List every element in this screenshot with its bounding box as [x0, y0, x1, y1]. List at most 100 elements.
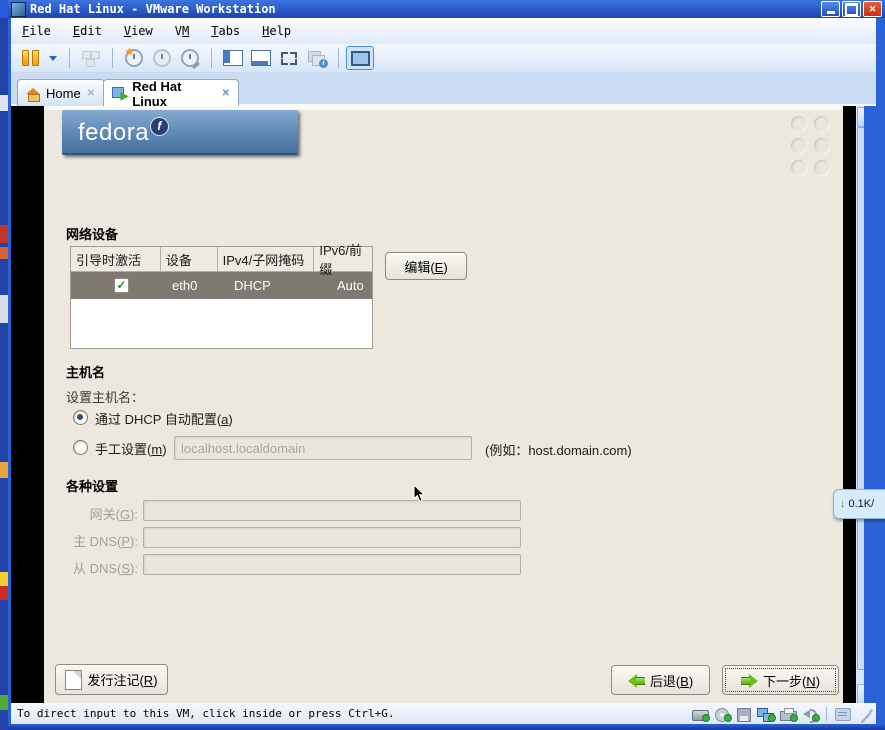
menu-view[interactable]: View — [113, 21, 164, 41]
hostname-input[interactable] — [174, 436, 472, 460]
tab-close-icon[interactable]: ✕ — [222, 88, 230, 99]
secondary-dns-label: 从 DNS(S): — [64, 558, 138, 577]
tab-label: Red Hat Linux — [132, 79, 215, 109]
column-header[interactable]: IPv6/前缀 — [314, 247, 372, 271]
manager-clock-icon — [181, 49, 199, 67]
power-options-dropdown[interactable] — [47, 48, 59, 68]
ipv6-cell: Auto — [332, 278, 364, 293]
download-speed-value: 0.1K/ — [849, 498, 875, 510]
window-titlebar[interactable]: Red Hat Linux - VMware Workstation ✕ — [8, 0, 885, 18]
window-bottom-border — [8, 724, 885, 730]
floppy-icon[interactable] — [735, 707, 753, 721]
device-cell: eth0 — [167, 278, 229, 293]
quick-switch-button[interactable] — [346, 46, 374, 70]
dhcp-radio-label[interactable]: 通过 DHCP 自动配置(a) — [95, 409, 233, 428]
secondary-dns-input[interactable] — [143, 554, 521, 575]
revert-clock-icon — [153, 49, 171, 67]
toolbar: ★ i — [11, 44, 876, 73]
take-snapshot-button[interactable]: ★ — [123, 48, 145, 68]
maximize-button[interactable] — [842, 1, 861, 17]
resize-grip[interactable] — [856, 707, 870, 721]
star-icon: ★ — [125, 47, 134, 58]
console-layout-button[interactable] — [250, 48, 272, 68]
next-button[interactable]: 下一步(N) — [722, 665, 839, 695]
unity-view-button[interactable]: i — [306, 48, 328, 68]
scroll-down-button[interactable]: ▼ — [857, 684, 864, 703]
minimize-button[interactable] — [821, 1, 840, 17]
connected-dot — [812, 714, 820, 722]
vmware-app-icon — [11, 2, 26, 17]
active-on-boot-cell[interactable]: ✓ — [71, 278, 167, 293]
desktop-fragment — [0, 95, 8, 111]
snapshot-manager-button[interactable] — [179, 48, 201, 68]
message-log-icon[interactable] — [834, 707, 852, 721]
vertical-scrollbar[interactable]: ▲ ▼ — [856, 106, 864, 703]
tab-close-icon[interactable]: ✕ — [87, 88, 95, 99]
release-notes-button[interactable]: 发行注记(R) — [55, 664, 168, 695]
snapshot-clock-icon: ★ — [125, 49, 143, 67]
set-hostname-label: 设置主机名： — [66, 387, 144, 406]
network-speed-badge: ↓ 0.1K/ — [833, 489, 885, 519]
pause-icon — [22, 50, 39, 66]
hard-disk-icon[interactable] — [691, 707, 709, 721]
column-header[interactable]: 引导时激活 — [71, 247, 161, 271]
vmware-window: Red Hat Linux - VMware Workstation ✕ Fil… — [8, 0, 885, 730]
section-title-misc-settings: 各种设置 — [66, 476, 118, 495]
fedora-banner: fedoraf — [62, 110, 298, 155]
menu-tabs[interactable]: Tabs — [200, 21, 251, 41]
desktop-fragment — [0, 572, 8, 586]
table-header-row: 引导时激活 设备 IPv4/子网掩码 IPv6/前缀 — [71, 247, 372, 272]
tab-home[interactable]: Home ✕ — [17, 79, 105, 107]
scrollbar-thumb[interactable] — [857, 127, 864, 670]
screen-icon — [351, 51, 370, 66]
fullscreen-button[interactable] — [278, 48, 300, 68]
console-panel-icon — [251, 50, 271, 66]
network-devices-table[interactable]: 引导时激活 设备 IPv4/子网掩码 IPv6/前缀 ✓ eth0 DHCP A… — [70, 246, 373, 349]
desktop-fragment — [0, 0, 8, 18]
column-header[interactable]: IPv4/子网掩码 — [218, 247, 315, 271]
sound-icon[interactable] — [801, 707, 819, 721]
toolbar-separator — [69, 48, 70, 68]
network-adapter-icon[interactable] — [757, 707, 775, 721]
fedora-bubble-icon: f — [150, 117, 169, 136]
revert-snapshot-button[interactable] — [151, 48, 173, 68]
menu-help[interactable]: Help — [251, 21, 302, 41]
scroll-down-icon: ▼ — [863, 690, 864, 699]
menu-vm[interactable]: VM — [164, 21, 200, 41]
unity-icon: i — [308, 51, 326, 66]
tab-red-hat-linux[interactable]: ▶ Red Hat Linux ✕ — [103, 79, 239, 107]
menu-bar: File Edit View VM Tabs Help — [11, 18, 876, 45]
checked-checkbox-icon[interactable]: ✓ — [114, 278, 129, 293]
background-desktop-strip — [0, 0, 8, 730]
vm-tab-icon: ▶ — [112, 87, 126, 100]
printer-icon[interactable] — [779, 707, 797, 721]
mouse-cursor — [413, 484, 426, 506]
dhcp-radio[interactable] — [73, 410, 88, 425]
summary-view-button[interactable] — [80, 48, 102, 68]
pause-resume-button[interactable] — [19, 48, 41, 68]
hostname-example-hint: (例如：host.domain.com) — [485, 440, 632, 459]
edit-button[interactable]: 编辑(E) — [385, 252, 467, 280]
primary-dns-input[interactable] — [143, 527, 521, 548]
menu-file[interactable]: File — [11, 21, 62, 41]
vm-console[interactable]: fedoraf 网络设备 引导时激活 设备 IPv4/子网掩码 IPv6/前缀 … — [11, 106, 864, 703]
scroll-up-button[interactable]: ▲ — [857, 107, 864, 127]
connected-dot — [790, 714, 798, 722]
gateway-input[interactable] — [143, 500, 521, 521]
show-sidebar-button[interactable] — [222, 48, 244, 68]
desktop-fragment — [0, 695, 8, 710]
back-button[interactable]: 后退(B) — [611, 665, 710, 695]
close-icon: ✕ — [869, 4, 877, 15]
back-arrow-icon — [628, 674, 645, 686]
window-title: Red Hat Linux - VMware Workstation — [30, 2, 276, 16]
chevron-down-icon — [49, 56, 57, 61]
scroll-up-icon: ▲ — [863, 113, 864, 122]
close-button[interactable]: ✕ — [863, 1, 882, 17]
manual-radio[interactable] — [73, 440, 88, 455]
desktop-fragment — [0, 462, 8, 478]
fullscreen-icon — [281, 52, 297, 65]
cdrom-icon[interactable] — [713, 707, 731, 721]
column-header[interactable]: 设备 — [161, 247, 218, 271]
menu-edit[interactable]: Edit — [62, 21, 113, 41]
manual-radio-label[interactable]: 手工设置(m) — [95, 439, 167, 458]
